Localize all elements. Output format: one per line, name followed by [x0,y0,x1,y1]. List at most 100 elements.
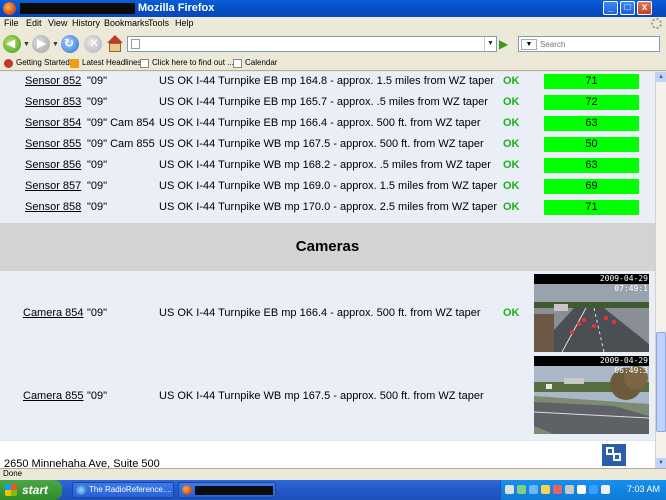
sensor-link[interactable]: Sensor 858 [25,201,81,213]
cameras-heading: Cameras [0,223,655,271]
sensor-link[interactable]: Sensor 853 [25,96,81,108]
minimize-button[interactable]: _ [603,1,618,15]
camera-snapshot[interactable]: 2009-04-29 06:49:3 [534,356,649,434]
tray-icon[interactable] [601,485,610,494]
sensor-description: US OK I-44 Turnpike EB mp 165.7 - approx… [159,96,488,108]
back-icon[interactable]: ◀ [3,35,21,53]
taskbar-item-firefox[interactable] [178,482,276,498]
taskbar-item-radioreference[interactable]: The RadioReference.... [72,482,174,498]
url-dropdown-icon[interactable]: ▼ [484,37,496,51]
sensor-code: "09" [87,180,108,192]
bookmark-click-here[interactable]: Click here to find out ... [152,58,234,67]
menu-file[interactable]: File [4,18,19,28]
speed-value-bar: 63 [544,158,639,173]
bookmark-getting-started[interactable]: Getting Started [16,58,70,67]
url-bar[interactable]: ▼ [127,36,497,52]
sensor-row: Sensor 856 "09" US OK I-44 Turnpike WB m… [0,156,655,177]
clock[interactable]: 7:03 AM [627,484,660,494]
vertical-scrollbar[interactable]: ▲ ▼ [655,72,666,468]
search-engine-icon[interactable]: ▼ [521,39,537,50]
sensor-link[interactable]: Sensor 852 [25,75,81,87]
bookmarks-toolbar: Getting Started Latest Headlines Click h… [0,56,666,71]
reload-icon[interactable]: ↻ [61,35,79,53]
camera-code: "09" [87,307,108,319]
window-title: Mozilla Firefox [138,2,215,14]
sensor-code: "09" [87,201,108,213]
system-tray: 7:03 AM [500,480,666,500]
search-box[interactable]: ▼ [518,36,660,52]
forward-dropdown-icon[interactable]: ▼ [52,41,59,48]
sensor-status: OK [503,180,520,192]
network-icon[interactable] [517,485,526,494]
tray-icon[interactable] [541,485,550,494]
ie-icon[interactable] [529,485,538,494]
camera-snapshot[interactable]: 2009-04-29 07:49:1 [534,274,649,352]
go-icon[interactable]: ▶ [499,37,513,51]
sensor-link[interactable]: Sensor 857 [25,180,81,192]
start-button[interactable]: start [0,480,62,500]
page-content: Sensor 852 "09" US OK I-44 Turnpike EB m… [0,72,655,440]
media-icon[interactable] [577,485,586,494]
camera-row: Camera 855 "09" US OK I-44 Turnpike WB m… [0,354,655,438]
menu-bookmarks[interactable]: Bookmarks [104,18,149,28]
camera-link[interactable]: Camera 855 [23,390,84,402]
security-icon[interactable] [553,485,562,494]
sensor-description: US OK I-44 Turnpike WB mp 168.2 - approx… [159,159,491,171]
camera-code: "09" [87,390,108,402]
camera-link[interactable]: Camera 854 [23,307,84,319]
camera-timestamp: 2009-04-29 07:49:1 [571,274,649,293]
speed-value-bar: 63 [544,116,639,131]
sensor-status: OK [503,201,520,213]
menu-view[interactable]: View [48,18,67,28]
speed-value-bar: 72 [544,95,639,110]
menu-edit[interactable]: Edit [26,18,42,28]
scroll-up-icon[interactable]: ▲ [656,72,666,82]
speed-value-bar: 50 [544,137,639,152]
sensor-link[interactable]: Sensor 856 [25,159,81,171]
sensor-description: US OK I-44 Turnpike EB mp 166.4 - approx… [159,117,481,129]
forward-icon[interactable]: ▶ [32,35,50,53]
menu-help[interactable]: Help [175,18,194,28]
scroll-down-icon[interactable]: ▼ [656,458,666,468]
windows-logo-icon [5,484,17,496]
maximize-button[interactable]: □ [620,1,635,15]
sensor-row: Sensor 854 "09" Cam 854 US OK I-44 Turnp… [0,114,655,135]
page-footer: 2650 Minnehaha Ave, Suite 500 [0,440,655,470]
sensor-status: OK [503,75,520,87]
menu-history[interactable]: History [72,18,100,28]
firefox-icon [3,2,16,15]
volume-icon[interactable] [565,485,574,494]
camera-status: OK [503,307,520,319]
page-icon [140,59,149,68]
menu-bar: File Edit View History Bookmarks Tools H… [0,17,666,32]
redacted-title-area [20,3,135,14]
close-button[interactable]: x [637,1,652,15]
bookmark-calendar[interactable]: Calendar [245,58,277,67]
home-icon[interactable] [106,35,124,53]
redacted-label [195,486,273,495]
sensor-row: Sensor 852 "09" US OK I-44 Turnpike EB m… [0,72,655,93]
camera-row: Camera 854 "09" US OK I-44 Turnpike EB m… [0,272,655,354]
sensor-link[interactable]: Sensor 855 [25,138,81,150]
sensor-row: Sensor 855 "09" Cam 855 US OK I-44 Turnp… [0,135,655,156]
search-input[interactable] [540,38,658,50]
stop-icon[interactable]: ✕ [84,35,102,53]
sensor-description: US OK I-44 Turnpike WB mp 169.0 - approx… [159,180,498,192]
sensor-link[interactable]: Sensor 854 [25,117,81,129]
tray-icon[interactable] [589,485,598,494]
help-icon[interactable] [505,485,514,494]
sensor-code: "09" Cam 855 [87,138,155,150]
bookmark-latest-headlines[interactable]: Latest Headlines [82,58,142,67]
sensor-code: "09" [87,75,108,87]
navigation-toolbar: ◀ ▼ ▶ ▼ ↻ ✕ ▼ ▶ ▼ [0,32,666,56]
back-dropdown-icon[interactable]: ▼ [23,41,30,48]
redacted-label [534,274,572,284]
camera-description: US OK I-44 Turnpike EB mp 166.4 - approx… [159,307,481,319]
sensor-row: Sensor 857 "09" US OK I-44 Turnpike WB m… [0,177,655,198]
sensor-row: Sensor 853 "09" US OK I-44 Turnpike EB m… [0,93,655,114]
sensor-status: OK [503,96,520,108]
sensor-code: "09" Cam 854 [87,117,155,129]
scroll-thumb[interactable] [656,332,666,432]
menu-tools[interactable]: Tools [148,18,169,28]
sensor-code: "09" [87,159,108,171]
